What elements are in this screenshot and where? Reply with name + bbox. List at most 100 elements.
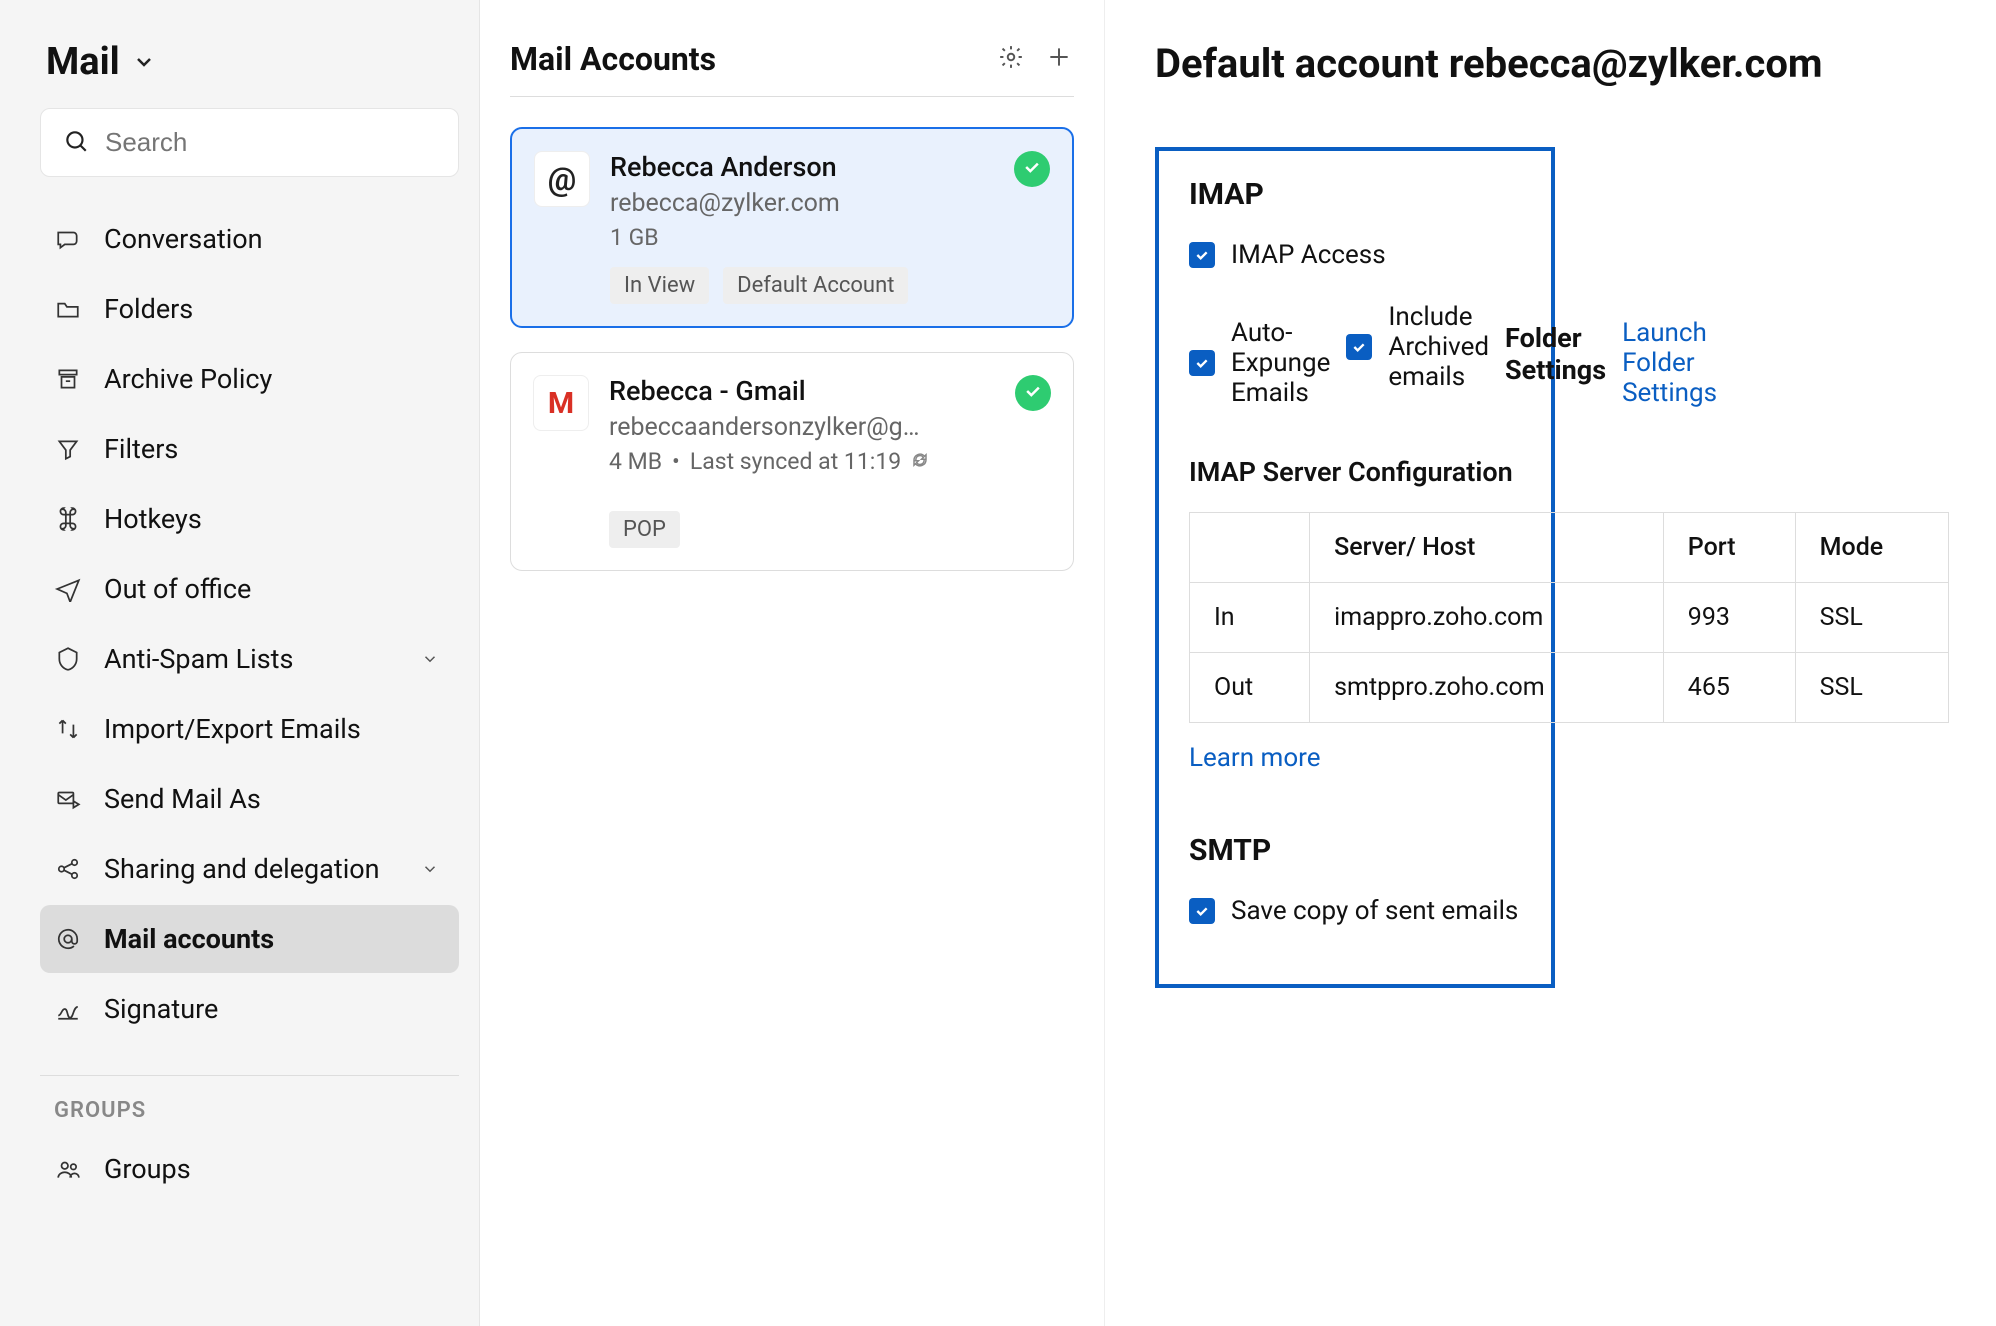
chevron-down-icon [421,853,439,885]
divider [40,1075,459,1076]
sidebar-item-out-of-office[interactable]: Out of office [40,555,459,623]
cell-port: 993 [1663,583,1795,653]
sidebar-item-signature[interactable]: Signature [40,975,459,1043]
import-export-icon [54,715,82,743]
search-box[interactable] [40,108,459,177]
tag-default-account: Default Account [723,267,908,304]
signature-icon [54,995,82,1023]
account-email: rebecca@zylker.com [610,189,1050,218]
learn-more-link[interactable]: Learn more [1189,743,1521,773]
tag-in-view: In View [610,267,709,304]
sidebar-item-folders[interactable]: Folders [40,275,459,343]
search-icon [63,128,89,158]
sidebar-item-label: Hotkeys [104,503,202,535]
auto-expunge-checkbox[interactable]: Auto-Expunge Emails Include Archived ema… [1189,302,1521,424]
launch-folder-settings-link[interactable]: Launch Folder Settings [1622,318,1717,408]
account-size-value: 4 MB [609,448,662,475]
sidebar-title[interactable]: Mail [40,40,459,84]
imap-heading: IMAP [1189,177,1521,212]
col-host: Server/ Host [1310,513,1664,583]
cell-host: smtppro.zoho.com [1310,653,1664,723]
account-card[interactable]: @ Rebecca Anderson rebecca@zylker.com 1 … [510,127,1074,328]
col-mode: Mode [1795,513,1948,583]
sidebar-item-conversation[interactable]: Conversation [40,205,459,273]
conversation-icon [54,225,82,253]
plane-icon [54,575,82,603]
smtp-heading: SMTP [1189,833,1521,868]
account-email: rebeccaandersonzylker@g… [609,413,1051,442]
verified-badge [1014,151,1050,187]
sidebar-item-label: Folders [104,293,193,325]
checkbox-checked-icon [1189,350,1215,376]
add-account-button[interactable] [1044,44,1074,74]
groups-heading: GROUPS [40,1098,459,1123]
sidebar-item-filters[interactable]: Filters [40,415,459,483]
checkbox-checked-icon [1189,242,1215,268]
sidebar-item-label: Filters [104,433,178,465]
sidebar-item-label: Out of office [104,573,251,605]
tag-pop: POP [609,511,680,548]
imap-access-checkbox[interactable]: IMAP Access [1189,240,1521,270]
table-row: Out smtppro.zoho.com 465 SSL [1190,653,1949,723]
imap-highlight-box: IMAP IMAP Access Auto-Expunge Emails Inc… [1155,147,1555,988]
checkbox-label: IMAP Access [1231,240,1386,270]
cell-port: 465 [1663,653,1795,723]
search-input[interactable] [105,127,436,158]
sidebar-item-import-export[interactable]: Import/Export Emails [40,695,459,763]
checkbox-label: Save copy of sent emails [1231,896,1518,926]
account-size: 1 GB [610,224,1050,251]
sidebar-item-label: Archive Policy [104,363,272,395]
sidebar-item-groups[interactable]: Groups [40,1135,459,1203]
send-as-icon [54,785,82,813]
checkbox-label: Include Archived emails [1388,302,1489,392]
at-icon: @ [534,151,590,207]
table-header-row: Server/ Host Port Mode [1190,513,1949,583]
settings-button[interactable] [996,44,1026,74]
share-icon [54,855,82,883]
cell-mode: SSL [1795,583,1948,653]
checkbox-label: Auto-Expunge Emails [1231,318,1330,408]
sidebar-item-label: Anti-Spam Lists [104,643,293,675]
nav-list: Conversation Folders Archive Policy Filt… [40,205,459,1203]
sidebar-item-label: Mail accounts [104,923,274,955]
accounts-column: Mail Accounts @ Rebecca Anderson rebecca… [480,0,1105,1326]
archive-icon [54,365,82,393]
imap-server-heading: IMAP Server Configuration [1189,456,1521,488]
detail-title: Default account rebecca@zylker.com [1155,40,1946,87]
sidebar-item-label: Groups [104,1153,191,1185]
include-archived-checkbox[interactable]: Include Archived emails [1346,302,1489,392]
verified-badge [1015,375,1051,411]
command-icon [54,505,82,533]
group-icon [54,1155,82,1183]
sidebar-item-mail-accounts[interactable]: Mail accounts [40,905,459,973]
folder-icon [54,295,82,323]
account-card[interactable]: M Rebecca - Gmail rebeccaandersonzylker@… [510,352,1074,571]
cell-dir: In [1190,583,1310,653]
shield-icon [54,645,82,673]
save-copy-checkbox[interactable]: Save copy of sent emails [1189,896,1521,926]
sidebar-item-label: Sharing and delegation [104,853,380,885]
table-row: In imappro.zoho.com 993 SSL [1190,583,1949,653]
cell-dir: Out [1190,653,1310,723]
sidebar-item-label: Conversation [104,223,263,255]
gmail-icon: M [533,375,589,431]
sidebar-item-sharing[interactable]: Sharing and delegation [40,835,459,903]
dot-separator: • [672,448,680,475]
sidebar-item-archive-policy[interactable]: Archive Policy [40,345,459,413]
cell-mode: SSL [1795,653,1948,723]
checkbox-checked-icon [1189,898,1215,924]
account-meta: 4 MB • Last synced at 11:19 [609,448,1051,475]
chevron-down-icon [421,643,439,675]
accounts-title: Mail Accounts [510,40,978,78]
sidebar-item-hotkeys[interactable]: Hotkeys [40,485,459,553]
sidebar-item-anti-spam[interactable]: Anti-Spam Lists [40,625,459,693]
check-icon [1023,381,1043,405]
server-config-table: Server/ Host Port Mode In imappro.zoho.c… [1189,512,1949,723]
plus-icon [1046,44,1072,74]
account-name: Rebecca - Gmail [609,375,1051,407]
last-synced: Last synced at 11:19 [690,448,901,475]
refresh-icon[interactable] [911,448,929,475]
sidebar-item-label: Import/Export Emails [104,713,361,745]
sidebar-item-send-mail-as[interactable]: Send Mail As [40,765,459,833]
filter-icon [54,435,82,463]
